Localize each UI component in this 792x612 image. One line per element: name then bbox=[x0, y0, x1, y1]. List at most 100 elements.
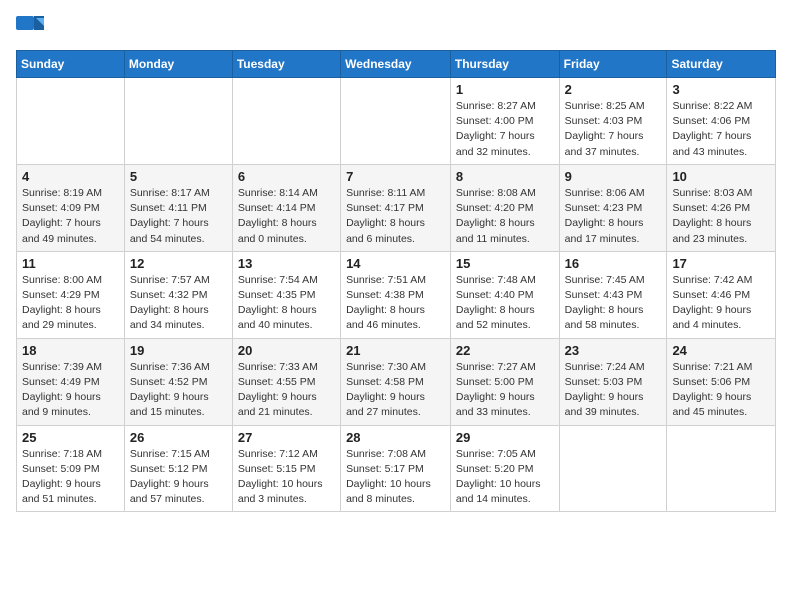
calendar-week-5: 25 Sunrise: 7:18 AM Sunset: 5:09 PM Dayli… bbox=[17, 425, 776, 512]
day-info: Sunrise: 7:57 AM Sunset: 4:32 PM Dayligh… bbox=[130, 273, 227, 334]
calendar-cell: 19 Sunrise: 7:36 AM Sunset: 4:52 PM Dayli… bbox=[124, 338, 232, 425]
calendar-cell bbox=[124, 78, 232, 165]
day-info: Sunrise: 8:27 AM Sunset: 4:00 PM Dayligh… bbox=[456, 99, 554, 160]
calendar-cell bbox=[559, 425, 667, 512]
day-number: 29 bbox=[456, 430, 554, 445]
calendar-cell: 12 Sunrise: 7:57 AM Sunset: 4:32 PM Dayli… bbox=[124, 251, 232, 338]
day-number: 22 bbox=[456, 343, 554, 358]
day-info: Sunrise: 7:21 AM Sunset: 5:06 PM Dayligh… bbox=[672, 360, 770, 421]
calendar-cell: 24 Sunrise: 7:21 AM Sunset: 5:06 PM Dayli… bbox=[667, 338, 776, 425]
calendar-cell: 1 Sunrise: 8:27 AM Sunset: 4:00 PM Daylig… bbox=[450, 78, 559, 165]
day-info: Sunrise: 7:30 AM Sunset: 4:58 PM Dayligh… bbox=[346, 360, 445, 421]
day-info: Sunrise: 7:08 AM Sunset: 5:17 PM Dayligh… bbox=[346, 447, 445, 508]
day-number: 16 bbox=[565, 256, 662, 271]
calendar-cell: 10 Sunrise: 8:03 AM Sunset: 4:26 PM Dayli… bbox=[667, 164, 776, 251]
day-number: 25 bbox=[22, 430, 119, 445]
day-info: Sunrise: 7:24 AM Sunset: 5:03 PM Dayligh… bbox=[565, 360, 662, 421]
day-number: 28 bbox=[346, 430, 445, 445]
day-info: Sunrise: 8:17 AM Sunset: 4:11 PM Dayligh… bbox=[130, 186, 227, 247]
calendar-cell: 28 Sunrise: 7:08 AM Sunset: 5:17 PM Dayli… bbox=[341, 425, 451, 512]
calendar-week-1: 1 Sunrise: 8:27 AM Sunset: 4:00 PM Daylig… bbox=[17, 78, 776, 165]
header-day-thursday: Thursday bbox=[450, 51, 559, 78]
calendar-table: SundayMondayTuesdayWednesdayThursdayFrid… bbox=[16, 50, 776, 512]
day-number: 24 bbox=[672, 343, 770, 358]
day-number: 15 bbox=[456, 256, 554, 271]
day-info: Sunrise: 7:12 AM Sunset: 5:15 PM Dayligh… bbox=[238, 447, 335, 508]
day-info: Sunrise: 7:39 AM Sunset: 4:49 PM Dayligh… bbox=[22, 360, 119, 421]
day-number: 21 bbox=[346, 343, 445, 358]
day-number: 2 bbox=[565, 82, 662, 97]
calendar-cell: 20Sunrise: 7:33 AM Sunset: 4:55 PM Dayli… bbox=[232, 338, 340, 425]
calendar-cell: 13 Sunrise: 7:54 AM Sunset: 4:35 PM Dayli… bbox=[232, 251, 340, 338]
day-info: Sunrise: 7:54 AM Sunset: 4:35 PM Dayligh… bbox=[238, 273, 335, 334]
day-info: Sunrise: 7:51 AM Sunset: 4:38 PM Dayligh… bbox=[346, 273, 445, 334]
day-number: 12 bbox=[130, 256, 227, 271]
calendar-cell: 16 Sunrise: 7:45 AM Sunset: 4:43 PM Dayli… bbox=[559, 251, 667, 338]
day-number: 17 bbox=[672, 256, 770, 271]
calendar-cell: 2 Sunrise: 8:25 AM Sunset: 4:03 PM Daylig… bbox=[559, 78, 667, 165]
day-number: 9 bbox=[565, 169, 662, 184]
day-info: Sunrise: 8:14 AM Sunset: 4:14 PM Dayligh… bbox=[238, 186, 335, 247]
calendar-week-2: 4Sunrise: 8:19 AM Sunset: 4:09 PM Daylig… bbox=[17, 164, 776, 251]
day-info: Sunrise: 8:25 AM Sunset: 4:03 PM Dayligh… bbox=[565, 99, 662, 160]
calendar-cell: 26 Sunrise: 7:15 AM Sunset: 5:12 PM Dayli… bbox=[124, 425, 232, 512]
header-day-wednesday: Wednesday bbox=[341, 51, 451, 78]
header-day-tuesday: Tuesday bbox=[232, 51, 340, 78]
day-number: 14 bbox=[346, 256, 445, 271]
calendar-cell: 15 Sunrise: 7:48 AM Sunset: 4:40 PM Dayli… bbox=[450, 251, 559, 338]
day-info: Sunrise: 7:42 AM Sunset: 4:46 PM Dayligh… bbox=[672, 273, 770, 334]
day-number: 3 bbox=[672, 82, 770, 97]
calendar-cell bbox=[667, 425, 776, 512]
calendar-cell bbox=[17, 78, 125, 165]
calendar-cell: 17 Sunrise: 7:42 AM Sunset: 4:46 PM Dayli… bbox=[667, 251, 776, 338]
calendar-cell bbox=[341, 78, 451, 165]
calendar-cell: 3 Sunrise: 8:22 AM Sunset: 4:06 PM Daylig… bbox=[667, 78, 776, 165]
logo bbox=[16, 16, 48, 38]
calendar-cell: 27 Sunrise: 7:12 AM Sunset: 5:15 PM Dayli… bbox=[232, 425, 340, 512]
day-number: 23 bbox=[565, 343, 662, 358]
day-number: 27 bbox=[238, 430, 335, 445]
day-number: 10 bbox=[672, 169, 770, 184]
day-info: Sunrise: 8:22 AM Sunset: 4:06 PM Dayligh… bbox=[672, 99, 770, 160]
day-info: Sunrise: 8:11 AM Sunset: 4:17 PM Dayligh… bbox=[346, 186, 445, 247]
day-number: 11 bbox=[22, 256, 119, 271]
calendar-cell: 4Sunrise: 8:19 AM Sunset: 4:09 PM Daylig… bbox=[17, 164, 125, 251]
day-number: 8 bbox=[456, 169, 554, 184]
calendar-cell: 5 Sunrise: 8:17 AM Sunset: 4:11 PM Daylig… bbox=[124, 164, 232, 251]
day-info: Sunrise: 7:36 AM Sunset: 4:52 PM Dayligh… bbox=[130, 360, 227, 421]
calendar-cell: 6 Sunrise: 8:14 AM Sunset: 4:14 PM Daylig… bbox=[232, 164, 340, 251]
day-number: 26 bbox=[130, 430, 227, 445]
calendar-cell: 29 Sunrise: 7:05 AM Sunset: 5:20 PM Dayli… bbox=[450, 425, 559, 512]
day-info: Sunrise: 8:03 AM Sunset: 4:26 PM Dayligh… bbox=[672, 186, 770, 247]
day-number: 1 bbox=[456, 82, 554, 97]
calendar-cell: 18 Sunrise: 7:39 AM Sunset: 4:49 PM Dayli… bbox=[17, 338, 125, 425]
calendar-cell: 9 Sunrise: 8:06 AM Sunset: 4:23 PM Daylig… bbox=[559, 164, 667, 251]
logo-icon bbox=[16, 16, 44, 38]
day-number: 6 bbox=[238, 169, 335, 184]
day-info: Sunrise: 8:08 AM Sunset: 4:20 PM Dayligh… bbox=[456, 186, 554, 247]
header-day-saturday: Saturday bbox=[667, 51, 776, 78]
calendar-cell: 8 Sunrise: 8:08 AM Sunset: 4:20 PM Daylig… bbox=[450, 164, 559, 251]
header bbox=[16, 16, 776, 38]
calendar-week-4: 18 Sunrise: 7:39 AM Sunset: 4:49 PM Dayli… bbox=[17, 338, 776, 425]
header-day-sunday: Sunday bbox=[17, 51, 125, 78]
calendar-header-row: SundayMondayTuesdayWednesdayThursdayFrid… bbox=[17, 51, 776, 78]
day-number: 13 bbox=[238, 256, 335, 271]
calendar-cell: 14 Sunrise: 7:51 AM Sunset: 4:38 PM Dayli… bbox=[341, 251, 451, 338]
day-number: 4 bbox=[22, 169, 119, 184]
day-info: Sunrise: 7:18 AM Sunset: 5:09 PM Dayligh… bbox=[22, 447, 119, 508]
day-number: 7 bbox=[346, 169, 445, 184]
day-info: Sunrise: 8:06 AM Sunset: 4:23 PM Dayligh… bbox=[565, 186, 662, 247]
day-info: Sunrise: 7:45 AM Sunset: 4:43 PM Dayligh… bbox=[565, 273, 662, 334]
day-info: Sunrise: 7:15 AM Sunset: 5:12 PM Dayligh… bbox=[130, 447, 227, 508]
calendar-cell: 7 Sunrise: 8:11 AM Sunset: 4:17 PM Daylig… bbox=[341, 164, 451, 251]
day-info: Sunrise: 8:00 AM Sunset: 4:29 PM Dayligh… bbox=[22, 273, 119, 334]
day-number: 5 bbox=[130, 169, 227, 184]
calendar-cell: 22Sunrise: 7:27 AM Sunset: 5:00 PM Dayli… bbox=[450, 338, 559, 425]
calendar-cell: 23 Sunrise: 7:24 AM Sunset: 5:03 PM Dayli… bbox=[559, 338, 667, 425]
calendar-cell: 25 Sunrise: 7:18 AM Sunset: 5:09 PM Dayli… bbox=[17, 425, 125, 512]
day-info: Sunrise: 7:48 AM Sunset: 4:40 PM Dayligh… bbox=[456, 273, 554, 334]
day-number: 19 bbox=[130, 343, 227, 358]
day-number: 18 bbox=[22, 343, 119, 358]
day-info: Sunrise: 7:05 AM Sunset: 5:20 PM Dayligh… bbox=[456, 447, 554, 508]
